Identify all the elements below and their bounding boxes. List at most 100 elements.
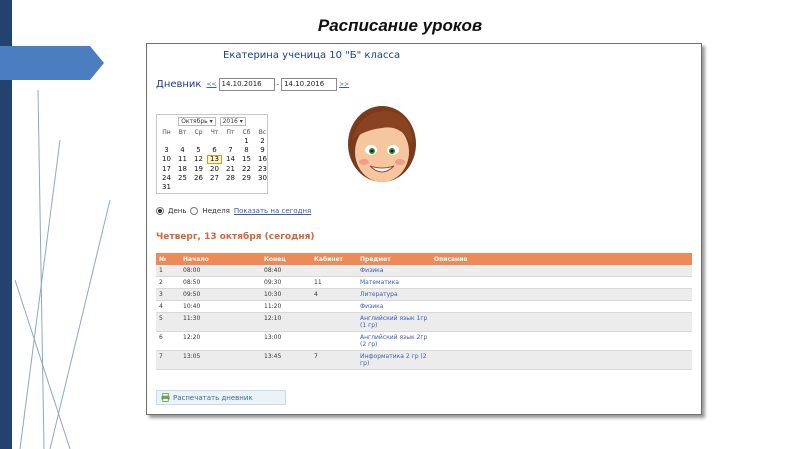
col-subject: Предмет [357,253,431,265]
calendar-weekday: Пт [226,129,235,136]
lesson-end: 13:00 [261,331,311,351]
day-heading: Четверг, 13 октября (сегодня) [156,232,315,242]
calendar-day[interactable]: 15 [239,155,254,163]
month-select[interactable]: Октябрь ▾ [178,117,216,126]
lesson-subject[interactable]: Математика [357,276,431,289]
lesson-start: 09:50 [180,288,261,301]
student-name: Екатерина ученица 10 "Б" класса [223,50,401,61]
calendar-day[interactable]: 17 [159,165,174,173]
lesson-room [311,300,357,313]
next-period-link[interactable]: >> [339,81,349,88]
lesson-end: 12:10 [261,312,311,332]
calendar-day[interactable]: 21 [223,165,238,173]
day-radio-label: День [168,207,187,215]
calendar-day[interactable]: 11 [175,155,190,163]
view-mode-row: День Неделя Показать на сегодня [156,207,311,215]
week-radio[interactable] [190,207,199,215]
calendar-day[interactable]: 10 [159,155,174,163]
calendar-weekday: Пн [162,129,171,136]
lesson-room: 7 [311,350,357,370]
col-description: Описание [431,253,692,265]
day-radio[interactable] [156,207,164,215]
col-start: Начало [180,253,261,265]
lesson-room: 4 [311,288,357,301]
calendar-day[interactable]: 8 [239,146,254,154]
calendar-day[interactable]: 29 [239,174,254,182]
calendar-day[interactable]: 31 [159,183,174,191]
student-avatar-illustration [348,106,416,182]
lesson-room [311,312,357,332]
lesson-description [431,312,692,332]
calendar-day[interactable]: 26 [191,174,206,182]
lesson-subject[interactable]: Литература [357,288,431,301]
schedule-row: 5 11:30 12:10 Английский язык 1гр (1 гр) [156,312,692,332]
calendar-day[interactable]: 23 [255,165,270,173]
calendar-weekday: Чт [210,129,219,136]
lesson-description [431,350,692,370]
lesson-number: 2 [156,276,180,289]
lesson-subject[interactable]: Физика [357,265,431,277]
schedule-row: 4 10:40 11:20 Физика [156,300,692,313]
calendar-day[interactable]: 28 [223,174,238,182]
col-number: № [156,253,180,265]
lesson-number: 4 [156,300,180,313]
calendar-day[interactable]: 14 [223,155,238,163]
lesson-description [431,300,692,313]
slide-arrow-decoration [0,46,104,80]
date-to-input[interactable]: 14.10.2016 [281,78,338,91]
calendar-day[interactable]: 6 [207,146,222,154]
schedule-row: 7 13:05 13:45 7 Информатика 2 гр (2 гр) [156,350,692,370]
calendar-day[interactable]: 9 [255,146,270,154]
calendar-day[interactable]: 2 [255,137,270,145]
lesson-subject[interactable]: Английский язык 1гр (1 гр) [357,312,431,332]
calendar-day[interactable]: 1 [239,137,254,145]
lesson-subject[interactable]: Английский язык 2гр (2 гр) [357,331,431,351]
calendar-day[interactable]: 4 [175,146,190,154]
lesson-start: 08:00 [180,265,261,277]
lesson-number: 6 [156,331,180,351]
calendar-day[interactable]: 12 [191,155,206,163]
calendar-day[interactable]: 30 [255,174,270,182]
calendar-day[interactable]: 3 [159,146,174,154]
lesson-start: 11:30 [180,312,261,332]
calendar-day[interactable]: 20 [207,165,222,173]
lesson-number: 5 [156,312,180,332]
calendar-day[interactable]: 18 [175,165,190,173]
print-diary-button[interactable]: Распечатать дневник [156,390,286,405]
lesson-start: 08:50 [180,276,261,289]
slide-line-decoration [14,89,111,449]
prev-period-link[interactable]: << [206,81,216,88]
calendar-day[interactable]: 22 [239,165,254,173]
date-range-dash: - [276,80,280,89]
schedule-row: 3 09:50 10:30 4 Литература [156,288,692,301]
lesson-subject[interactable]: Физика [357,300,431,313]
calendar-day[interactable]: 13 [207,155,222,164]
calendar-weekday: Сб [242,129,251,136]
schedule-body: 1 08:00 08:40 Физика 2 08:50 09:30 11 Математика… [156,265,692,370]
printer-icon [161,393,170,402]
calendar-weekday: Вт [178,129,187,136]
diary-label: Дневник [156,79,202,90]
lesson-end: 13:45 [261,350,311,370]
lesson-start: 10:40 [180,300,261,313]
calendar-day[interactable]: 7 [223,146,238,154]
calendar-day[interactable]: 27 [207,174,222,182]
calendar-day[interactable]: 25 [175,174,190,182]
lesson-description [431,331,692,351]
calendar-weekday: Ср [194,129,203,136]
calendar-day[interactable]: 5 [191,146,206,154]
lesson-room: 11 [311,276,357,289]
year-select[interactable]: 2016 ▾ [219,117,246,126]
schedule-row: 1 08:00 08:40 Физика [156,265,692,277]
show-today-link[interactable]: Показать на сегодня [234,207,311,215]
date-from-input[interactable]: 14.10.2016 [218,78,275,91]
lesson-end: 08:40 [261,265,311,277]
print-diary-label: Распечатать дневник [173,393,253,402]
lesson-description [431,288,692,301]
col-room: Кабинет [311,253,357,265]
lesson-number: 3 [156,288,180,301]
calendar-day[interactable]: 19 [191,165,206,173]
calendar-day[interactable]: 24 [159,174,174,182]
lesson-subject[interactable]: Информатика 2 гр (2 гр) [357,350,431,370]
calendar-day[interactable]: 16 [255,155,270,163]
